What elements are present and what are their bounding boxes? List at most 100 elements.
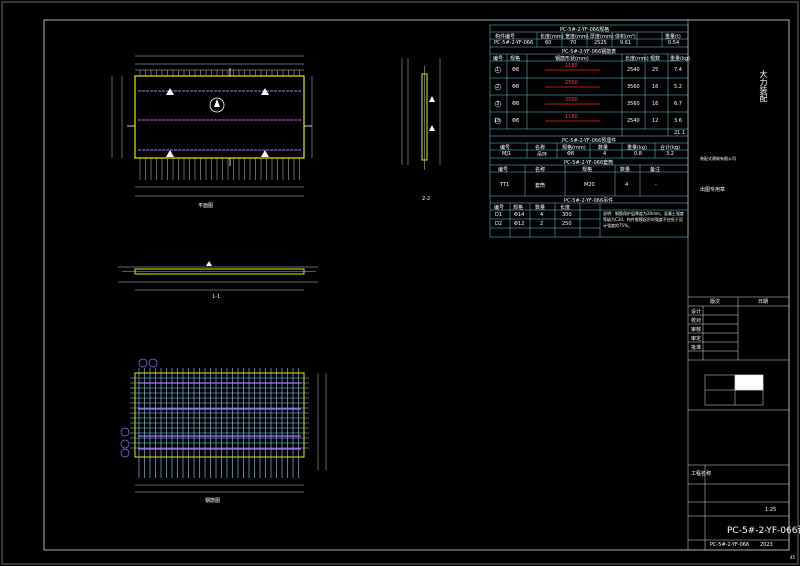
table5-r1-0: D1 (495, 212, 503, 218)
table4-cell-0: TT1 (500, 182, 510, 188)
table4-header-4: 备注 (650, 167, 661, 173)
table5-r1-2: 4 (540, 212, 544, 218)
table5-r2-0: D2 (495, 221, 503, 227)
table3-header-0: 编号 (500, 145, 511, 151)
table2-header-5: 重量(kg) (670, 56, 690, 62)
section-2-2-label: 2-2 (422, 196, 430, 202)
table4-cell-4: - (655, 182, 657, 188)
table2-row3-shape: 2500 (565, 97, 578, 103)
version-header-1: 日期 (758, 299, 769, 305)
table4-cell-2: M20 (584, 182, 595, 188)
table1-cell-5: 0.54 (668, 40, 680, 46)
table2-header-3: 长度(mm) (625, 56, 649, 62)
table1-title: PC-5#-2-YF-066规格 (560, 27, 610, 33)
table1-header-5: 重量(t) (665, 34, 681, 40)
section-2-2-view: 2-2 (401, 58, 441, 202)
table4-cell-1: 套筒 (535, 183, 546, 189)
table2-row4-spec: Φ8 (512, 118, 520, 124)
table5-r1-3: 300 (562, 212, 572, 218)
table1-cell-4: 9.61 (620, 40, 632, 46)
table2-row1-id: 1 (496, 67, 500, 73)
table1-header-4: 体积(m³) (615, 34, 636, 40)
table5-title: PC-5#-2-YF-066吊件 (564, 198, 614, 204)
table2-row2-len: 3560 (627, 84, 640, 90)
table3-header-1: 名称 (535, 145, 546, 151)
table2-row3-count: 16 (652, 101, 659, 107)
table4-title: PC-5#-2-YF-066套筒 (564, 160, 614, 166)
rebar-view-label: 钢筋图 (205, 497, 220, 504)
table5-note: 说明：钢筋保护层厚度为20mm，混凝土强度等级为C30，构件脱模起吊时强度不应低… (603, 211, 684, 228)
review-row-3: 审定 (691, 336, 702, 342)
page-number: 45 (790, 555, 796, 560)
table1-header-1: 长度(mm) (540, 34, 564, 40)
table4-header-0: 编号 (498, 167, 509, 173)
table2-header-4: 根数 (650, 56, 661, 62)
table1-cell-0: PC-5#-2-YF-066 (494, 40, 534, 46)
table5-r2-2: 2 (540, 221, 544, 227)
table1-header-3: 厚度(mm) (590, 34, 614, 40)
table2-row1-shape: 1180 (565, 63, 578, 69)
table2-row4-shape: 1180 (565, 114, 578, 120)
company-name: 大力装配 (759, 70, 768, 102)
table5-header-1: 规格 (513, 205, 524, 211)
table4-header-2: 规格 (582, 167, 593, 173)
table2-row3-id: 3 (496, 101, 500, 107)
table5-header-3: 长度 (560, 205, 571, 211)
section-1-1-view: 1-1 (118, 261, 318, 300)
table2-row2-id: 2 (496, 84, 500, 90)
drawing-title: PC-5#-2-YF-066详图 (727, 526, 800, 536)
table2-row1-spec: Φ8 (512, 67, 520, 73)
project-label: 工程名称 (691, 471, 712, 477)
table3-cell-5: 3.2 (666, 151, 674, 157)
table1-cell-2: 70 (570, 40, 577, 46)
table3-header-5: 合计(kg) (660, 145, 680, 151)
rebar-view: 钢筋图 (120, 358, 327, 504)
table5-r2-1: Φ12 (514, 221, 525, 227)
table3-header-4: 重量(kg) (627, 145, 647, 151)
table2-row4-id: 1b (494, 118, 501, 124)
table2-header-0: 编号 (493, 56, 504, 62)
table2-row1-count: 25 (652, 67, 659, 73)
table2-header-2: 钢筋形状(mm) (555, 56, 589, 62)
table4-header-3: 数量 (620, 167, 631, 173)
table3-header-3: 数量 (598, 145, 609, 151)
table5-r1-1: Φ14 (514, 212, 525, 218)
table2-title: PC-5#-2-YF-066钢筋表 (562, 49, 617, 55)
table2-row3-spec: Φ8 (512, 101, 520, 107)
company-sub: 装配式建筑有限公司 (700, 156, 736, 161)
table2-row2-spec: Φ8 (512, 84, 520, 90)
table2-row1-len: 2540 (627, 67, 640, 73)
table1-header-2: 宽度(mm) (565, 34, 589, 40)
table2-row2-count: 16 (652, 84, 659, 90)
table3-cell-1: 吊环 (537, 152, 548, 158)
review-row-1: 校对 (691, 318, 702, 324)
table3-header-2: 规格(mm) (562, 145, 586, 151)
plan-slab-outline (134, 75, 305, 159)
table2-total: 21.1 (674, 130, 686, 136)
drawing-scale: 1:25 (765, 507, 777, 513)
table4-cell-3: 4 (625, 182, 629, 188)
table1-cell-1: 60 (545, 40, 552, 46)
table2-row4-len: 2540 (627, 118, 640, 124)
drawing-date: 2023 (760, 542, 773, 548)
review-row-0: 设计 (691, 309, 702, 315)
table2-row2-shape: 2500 (565, 80, 578, 86)
review-row-4: 批准 (691, 345, 702, 351)
table3-cell-0: MJ1 (502, 151, 511, 157)
table2-row4-weight: 3.6 (674, 118, 682, 124)
stamp-label: 出图专用章 (700, 187, 726, 193)
table5-r2-3: 250 (562, 221, 572, 227)
table3-cell-2: Φ8 (567, 151, 575, 157)
table3-cell-3: 4 (603, 151, 607, 157)
section-1-1-label: 1-1 (212, 294, 220, 300)
plan-view-label: 平面图 (198, 203, 213, 209)
table3-cell-4: 0.8 (634, 151, 642, 157)
plan-view: 平面图 (111, 55, 313, 209)
table5-header-2: 数量 (535, 205, 546, 211)
table2-row4-count: 12 (652, 118, 659, 124)
review-row-2: 审核 (691, 327, 702, 333)
table1-header-0: 构件编号 (495, 34, 516, 40)
drawing-number: PC-5#-2-YF-066 (710, 542, 750, 548)
table2-row1-weight: 7.4 (674, 67, 682, 73)
version-header-0: 版次 (710, 299, 721, 305)
